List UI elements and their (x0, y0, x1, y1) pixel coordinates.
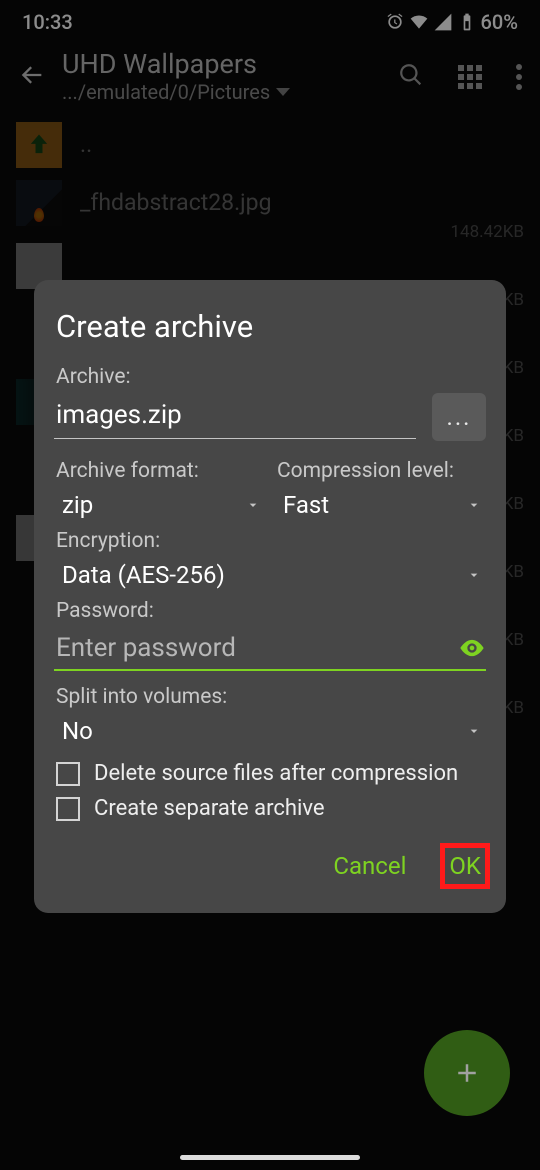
file-name: _fhdabstract28.jpg (80, 189, 524, 216)
parent-folder-row[interactable]: .. (12, 116, 528, 174)
status-bar: 10:33 60% (0, 0, 540, 44)
dialog-title: Create archive (56, 308, 484, 345)
eye-icon[interactable] (458, 634, 486, 662)
cancel-button[interactable]: Cancel (333, 843, 406, 889)
search-icon (398, 62, 424, 88)
alarm-icon (385, 12, 405, 32)
format-label: Archive format: (56, 459, 263, 483)
checkbox-icon (56, 762, 80, 786)
format-dropdown[interactable]: zip (54, 487, 265, 525)
dropdown-indicator-icon (276, 88, 290, 96)
split-dropdown[interactable]: No (54, 713, 486, 751)
checkbox-icon (56, 797, 80, 821)
archive-label: Archive: (56, 365, 484, 389)
archive-name-input[interactable] (54, 396, 416, 439)
checkbox-label: Create separate archive (94, 796, 325, 821)
fab-add-button[interactable] (424, 1030, 510, 1116)
status-right: 60% (385, 10, 518, 34)
ok-highlight: OK (440, 843, 490, 889)
chevron-down-icon (245, 497, 261, 513)
encryption-label: Encryption: (56, 529, 484, 553)
split-label: Split into volumes: (56, 685, 484, 709)
delete-source-checkbox[interactable]: Delete source files after compression (56, 761, 484, 786)
file-name: .. (80, 131, 524, 158)
level-dropdown[interactable]: Fast (275, 487, 486, 525)
wifi-icon (409, 12, 429, 32)
breadcrumb: .../emulated/0/Pictures (62, 80, 270, 104)
back-button[interactable] (18, 61, 46, 93)
level-value: Fast (283, 491, 329, 519)
checkbox-label: Delete source files after compression (94, 761, 458, 786)
password-label: Password: (56, 599, 484, 623)
create-archive-dialog: Create archive Archive: ... Archive form… (34, 280, 506, 913)
arrow-back-icon (18, 61, 46, 89)
encryption-dropdown[interactable]: Data (AES-256) (54, 557, 486, 595)
level-label: Compression level: (277, 459, 484, 483)
chevron-down-icon (466, 723, 482, 739)
file-thumbnail (16, 180, 62, 226)
chevron-down-icon (466, 497, 482, 513)
ok-button[interactable]: OK (449, 848, 481, 884)
chevron-down-icon (466, 567, 482, 583)
format-value: zip (62, 491, 93, 519)
file-row[interactable]: _fhdabstract28.jpg 148.42KB (12, 174, 528, 232)
password-input[interactable] (54, 627, 458, 669)
app-bar: UHD Wallpapers .../emulated/0/Pictures (0, 44, 540, 116)
signal-icon (433, 12, 453, 32)
battery-icon (457, 12, 477, 32)
status-time: 10:33 (22, 10, 73, 34)
separate-archive-checkbox[interactable]: Create separate archive (56, 796, 484, 821)
plus-icon (452, 1058, 482, 1088)
page-title: UHD Wallpapers (62, 50, 382, 80)
title-block[interactable]: UHD Wallpapers .../emulated/0/Pictures (62, 50, 382, 104)
battery-percent: 60% (481, 10, 518, 34)
home-indicator[interactable] (180, 1155, 360, 1160)
encryption-value: Data (AES-256) (62, 561, 225, 589)
search-button[interactable] (398, 62, 424, 92)
view-grid-button[interactable] (458, 65, 482, 89)
browse-button[interactable]: ... (432, 393, 486, 441)
overflow-menu-button[interactable] (516, 64, 522, 90)
folder-up-icon (16, 122, 62, 168)
split-value: No (62, 717, 93, 745)
